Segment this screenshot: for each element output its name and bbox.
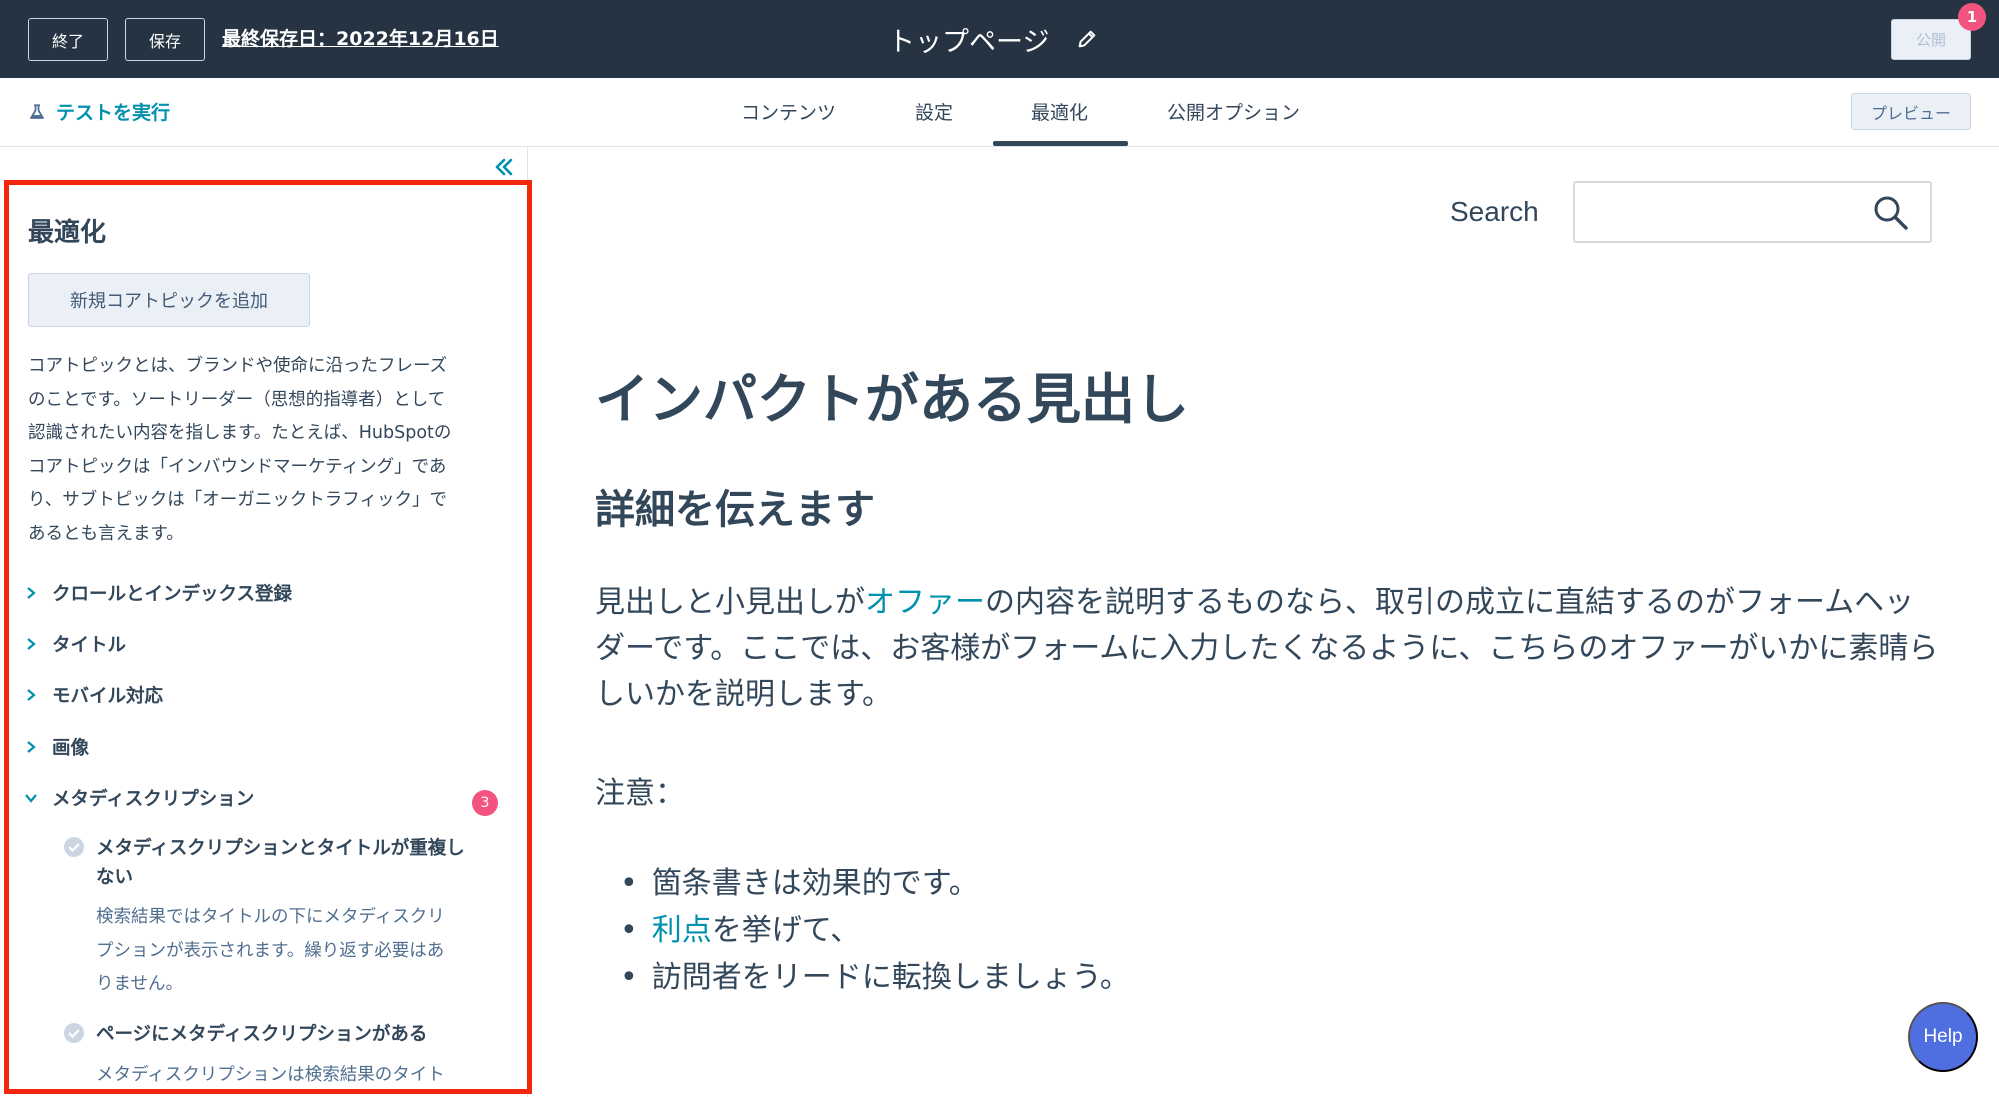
check-circle-icon [64,837,84,857]
chevron-down-icon [25,794,37,803]
flask-icon [30,103,44,119]
tab-publish-options[interactable]: 公開オプション [1167,98,1300,125]
run-test-link[interactable]: テストを実行 [28,98,170,125]
accordion-label: クロールとインデックス登録 [52,584,292,605]
sidebar-title: 最適化 [28,218,107,248]
tab-optimize[interactable]: 最適化 [1031,98,1088,125]
check-title: メタディスクリプションとタイトルが重複し ない [96,838,465,888]
page-heading: インパクトがある見出し [595,367,1189,431]
search-icon[interactable] [1872,194,1910,232]
accordion-crawl-index[interactable]: クロールとインデックス登録 [24,580,292,606]
accordion-label: タイトル [52,635,127,656]
list-item: 箇条書きは効果的です。 [620,860,1130,907]
chevron-right-icon [27,741,36,753]
save-button[interactable]: 保存 [125,18,205,61]
benefit-link[interactable]: 利点 [652,913,712,948]
accordion-label: 画像 [52,738,90,759]
last-saved-link[interactable]: 最終保存日：2022年12月16日 [222,24,499,51]
accordion-title[interactable]: タイトル [24,631,126,657]
double-chevron-left-icon[interactable] [492,155,516,179]
chevron-right-icon [27,587,36,599]
run-test-label: テストを実行 [56,102,171,124]
notification-badge: 1 [1958,3,1986,31]
core-topic-description: コアトピックとは、ブランドや使命に沿ったフレーズ のことです。ソートリーダー（思… [28,356,452,544]
body-paragraph: 見出しと小見出しがオファーの内容を説明するものなら、取引の成立に直結するのがフォ… [595,585,1939,712]
accordion-mobile[interactable]: モバイル対応 [24,682,163,708]
offer-link[interactable]: オファー [865,585,985,620]
accordion-label: モバイル対応 [52,686,164,707]
issue-count-badge: 3 [472,790,498,816]
list-item: 利点を挙げて、 [620,907,1130,954]
list-item: 訪問者をリードに転換しましょう。 [620,954,1130,1001]
check-circle-icon [64,1023,84,1043]
preview-button[interactable]: プレビュー [1851,93,1971,130]
accordion-label: メタディスクリプション [52,789,255,810]
page-title: トップページ [888,27,1050,58]
note-label: 注意： [595,776,685,811]
publish-button[interactable]: 公開 [1891,19,1971,60]
page-subheading: 詳細を伝えます [595,486,875,533]
exit-button[interactable]: 終了 [28,18,108,61]
tab-settings[interactable]: 設定 [915,98,953,125]
search-label: Search [1450,196,1539,227]
bullet-list: 箇条書きは効果的です。 利点を挙げて、 訪問者をリードに転換しましょう。 [620,860,1130,1001]
editor-tabs-bar: テストを実行 コンテンツ 設定 最適化 公開オプション プレビュー [0,78,1999,147]
active-tab-indicator [993,141,1128,146]
add-core-topic-button[interactable]: 新規コアトピックを追加 [28,273,310,327]
check-description: メタディスクリプションは検索結果のタイト [96,1065,445,1085]
pencil-icon[interactable] [1076,28,1098,50]
chevron-right-icon [27,689,36,701]
chevron-right-icon [27,638,36,650]
accordion-images[interactable]: 画像 [24,734,89,760]
top-toolbar: 終了 保存 最終保存日：2022年12月16日 トップページ 公開 1 [0,0,1999,78]
help-button[interactable]: Help [1908,1002,1978,1072]
check-title: ページにメタディスクリプションがある [96,1024,428,1045]
accordion-meta-description[interactable]: メタディスクリプション [24,785,254,811]
tab-content[interactable]: コンテンツ [741,98,836,125]
check-description: 検索結果ではタイトルの下にメタディスクリ プションが表示されます。繰り返す必要は… [96,907,445,994]
